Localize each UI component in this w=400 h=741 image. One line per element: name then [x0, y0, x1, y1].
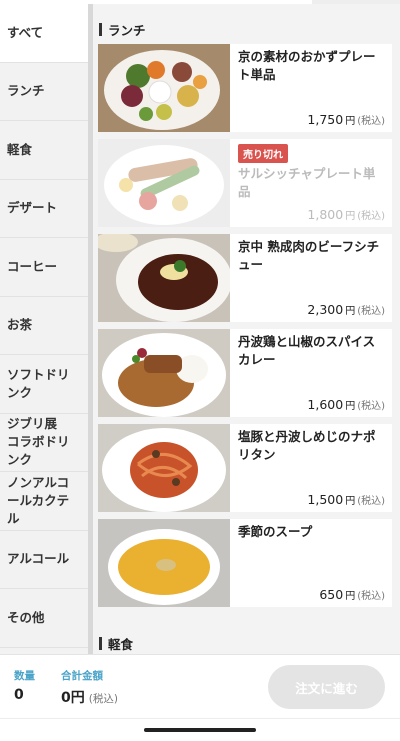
section-marker [99, 22, 102, 36]
sidebar-item-light-meal[interactable]: 軽食 [0, 121, 88, 180]
total-amount: 0円 (税込) [61, 690, 118, 706]
sidebar-item-dessert[interactable]: デザート [0, 180, 88, 238]
menu-item-card[interactable]: 京中 熟成肉のビーフシチュー 2,300 円 (税込) [98, 234, 392, 322]
quantity-value: 0 [14, 687, 24, 703]
total-tax-note: (税込) [88, 693, 118, 705]
sidebar-item-label: 軽食 [7, 141, 33, 157]
order-footer: 数量 0 合計金額 0円 (税込) 注文に進む [0, 654, 400, 718]
seasonal-soup-image [98, 519, 230, 607]
sidebar-item-label: ソフトドリンク [7, 366, 70, 400]
menu-item-card[interactable]: 売り切れ サルシッチャプレート単品 1,800 円 (税込) [98, 139, 392, 227]
menu-item-card[interactable]: 丹波鶏と山椒のスパイスカレー 1,600 円 (税込) [98, 329, 392, 417]
system-nav-area [0, 718, 400, 741]
sidebar-item-label: ジブリ展 コラボドリンク [7, 416, 70, 468]
proceed-to-order-button[interactable]: 注文に進む [268, 665, 385, 709]
section-title: ランチ [108, 22, 146, 38]
sold-out-badge: 売り切れ [238, 144, 288, 163]
section-header-lunch: ランチ [93, 16, 400, 42]
menu-item-price: 1,750 円 (税込) [307, 112, 385, 127]
section-marker [99, 636, 102, 650]
home-indicator[interactable] [144, 728, 256, 732]
sidebar-item-all[interactable]: すべて [0, 4, 88, 63]
total-label: 合計金額 [61, 670, 103, 682]
sidebar-item-coffee[interactable]: コーヒー [0, 238, 88, 297]
menu-item-name: 丹波鶏と山椒のスパイスカレー [238, 334, 376, 368]
menu-item-name: 塩豚と丹波しめじのナポリタン [238, 429, 376, 463]
sidebar-item-alcohol[interactable]: アルコール [0, 531, 88, 589]
sidebar-item-lunch[interactable]: ランチ [0, 63, 88, 121]
menu-item-name: 季節のスープ [238, 524, 313, 539]
menu-list[interactable]: ランチ 京の素材のおかずプレート単品 1,750 円 (税込) 売り切れ サルシ… [93, 4, 400, 654]
menu-item-card[interactable]: 塩豚と丹波しめじのナポリタン 1,500 円 (税込) [98, 424, 392, 512]
sidebar-item-label: すべて [7, 24, 44, 40]
sausage-plate-image [98, 139, 230, 227]
section-title: 軽食 [108, 636, 134, 652]
sidebar-item-ghibli-collab-drink[interactable]: ジブリ展 コラボドリンク [0, 414, 88, 472]
sidebar-item-label: その他 [7, 609, 45, 625]
sidebar-item-label: ランチ [7, 83, 45, 99]
sidebar-item-label: コーヒー [7, 258, 58, 274]
menu-item-card[interactable]: 季節のスープ 650 円 (税込) [98, 519, 392, 607]
sidebar-item-soft-drink[interactable]: ソフトドリンク [0, 355, 88, 414]
category-sidebar: すべて ランチ 軽食 デザート コーヒー お茶 ソフトドリンク ジブリ展 コラボ… [0, 4, 88, 654]
menu-item-price: 1,800 円 (税込) [307, 207, 385, 222]
menu-item-name: 京中 熟成肉のビーフシチュー [238, 239, 380, 273]
quantity-label: 数量 [14, 670, 35, 682]
sidebar-item-label: アルコール [7, 551, 70, 567]
menu-item-price: 650 円 (税込) [319, 587, 385, 602]
menu-item-name: サルシッチャプレート単品 [238, 166, 376, 200]
napolitan-pasta-image [98, 424, 230, 512]
vegetable-plate-image [98, 44, 230, 132]
menu-item-price: 1,500 円 (税込) [307, 492, 385, 507]
sidebar-item-label: お茶 [7, 317, 33, 333]
sidebar-item-label: デザート [7, 200, 58, 216]
sidebar-item-tea[interactable]: お茶 [0, 297, 88, 355]
sidebar-item-other[interactable]: その他 [0, 589, 88, 648]
menu-item-name: 京の素材のおかずプレート単品 [238, 49, 376, 83]
menu-item-price: 1,600 円 (税込) [307, 397, 385, 412]
menu-item-price: 2,300 円 (税込) [307, 302, 385, 317]
menu-item-card[interactable]: 京の素材のおかずプレート単品 1,750 円 (税込) [98, 44, 392, 132]
spice-curry-image [98, 329, 230, 417]
sidebar-item-non-alcohol-cocktail[interactable]: ノンアルコールカクテル [0, 472, 88, 531]
sidebar-item-label: ノンアルコールカクテル [7, 474, 70, 526]
beef-stew-image [98, 234, 230, 322]
section-header-light-meal: 軽食 [93, 630, 133, 654]
